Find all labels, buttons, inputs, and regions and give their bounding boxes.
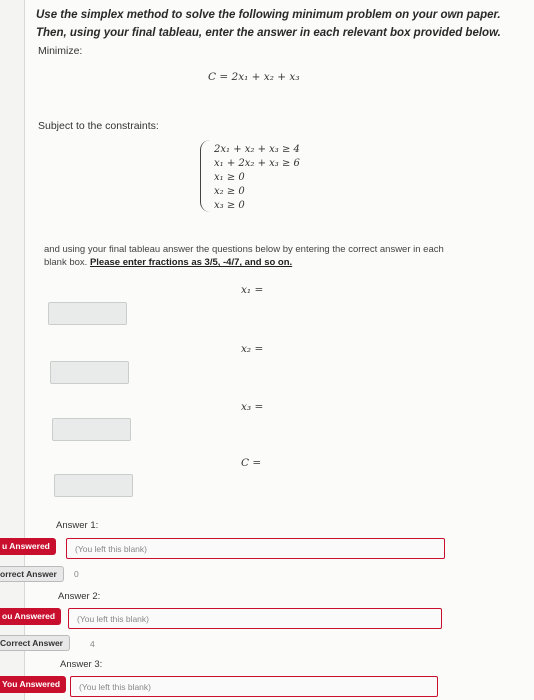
- blank-label-x2: x₂ =: [241, 343, 264, 355]
- correct-answer-badge: orrect Answer: [0, 566, 64, 582]
- constraint-2: x₁ + 2x₂ + x₃ ≥ 6: [214, 158, 300, 169]
- question-prompt: Use the simplex method to solve the foll…: [36, 9, 501, 39]
- blank-input-x1[interactable]: [48, 302, 127, 325]
- answer-1-title: Answer 1:: [56, 520, 99, 531]
- constraint-brace: [200, 140, 211, 212]
- you-answered-badge: You Answered: [0, 676, 67, 693]
- instructions: and using your final tableau answer the …: [44, 243, 464, 269]
- blank-label-x3: x₃ =: [241, 401, 264, 413]
- question-panel: [24, 0, 534, 700]
- objective-function: C = 2x₁ + x₂ + x₃: [208, 71, 300, 83]
- blank-label-c: C =: [241, 457, 262, 469]
- constraint-4: x₂ ≥ 0: [214, 186, 245, 197]
- constraint-5: x₃ ≥ 0: [214, 200, 245, 211]
- answer-3-title: Answer 3:: [60, 659, 103, 670]
- blank-input-x2[interactable]: [50, 361, 129, 384]
- answer-1-correct-value: 0: [74, 569, 79, 579]
- answer-2-correct-value: 4: [90, 639, 95, 649]
- answer-1-response: (You left this blank): [66, 538, 445, 559]
- answer-2-response: (You left this blank): [68, 608, 442, 629]
- constraint-1: 2x₁ + x₂ + x₃ ≥ 4: [214, 144, 300, 155]
- blank-input-x3[interactable]: [52, 418, 131, 441]
- you-answered-badge: ou Answered: [0, 608, 62, 625]
- minimize-label: Minimize:: [38, 45, 83, 57]
- answer-3-response: (You left this blank): [70, 676, 438, 697]
- constraints-label: Subject to the constraints:: [38, 120, 159, 132]
- blank-label-x1: x₁ =: [241, 284, 264, 296]
- blank-input-c[interactable]: [54, 474, 133, 497]
- constraint-3: x₁ ≥ 0: [214, 172, 245, 183]
- instructions-emphasis: Please enter fractions as 3/5, -4/7, and…: [89, 257, 293, 268]
- you-answered-badge: u Answered: [0, 538, 56, 555]
- correct-answer-badge: Correct Answer: [0, 635, 70, 651]
- answer-2-title: Answer 2:: [58, 591, 101, 602]
